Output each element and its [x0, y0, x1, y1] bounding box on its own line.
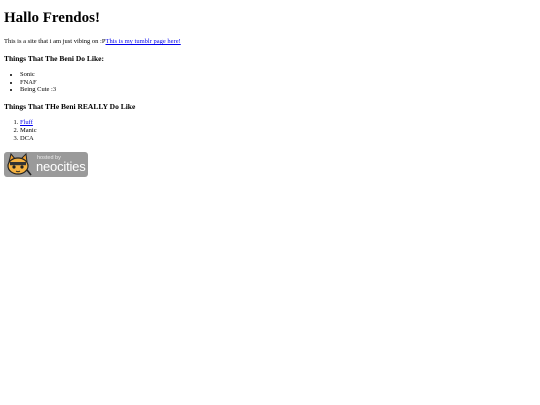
list-item: Sonic — [20, 71, 540, 79]
badge-big-text: neocities — [36, 159, 86, 175]
list-item: Manic — [20, 127, 540, 135]
likes-heading: Things That The Beni Do Like: — [4, 54, 104, 63]
page-content: Hallo Frendos! This is a site that i am … — [0, 0, 540, 182]
intro-paragraph: This is a site that i am just vibing on … — [4, 37, 540, 46]
list-item: Fluff — [20, 119, 540, 127]
fluff-link[interactable]: Fluff — [20, 119, 33, 126]
list-item: FNAF — [20, 79, 540, 87]
really-likes-list: Fluff Manic DCA — [4, 119, 540, 142]
likes-list: Sonic FNAF Being Cute :3 — [4, 71, 540, 94]
list-item: DCA — [20, 135, 540, 143]
really-likes-heading: Things That THe Beni REALLY Do Like — [4, 102, 136, 112]
neocities-badge[interactable]: hosted by neocities — [4, 152, 88, 178]
intro-text: This is a site that i am just vibing on … — [4, 38, 106, 45]
list-item: Being Cute :3 — [20, 86, 540, 94]
neocities-cat-icon — [7, 153, 32, 176]
tumblr-link[interactable]: This is my tumblr page here! — [105, 38, 180, 45]
page-title: Hallo Frendos! — [4, 10, 100, 26]
